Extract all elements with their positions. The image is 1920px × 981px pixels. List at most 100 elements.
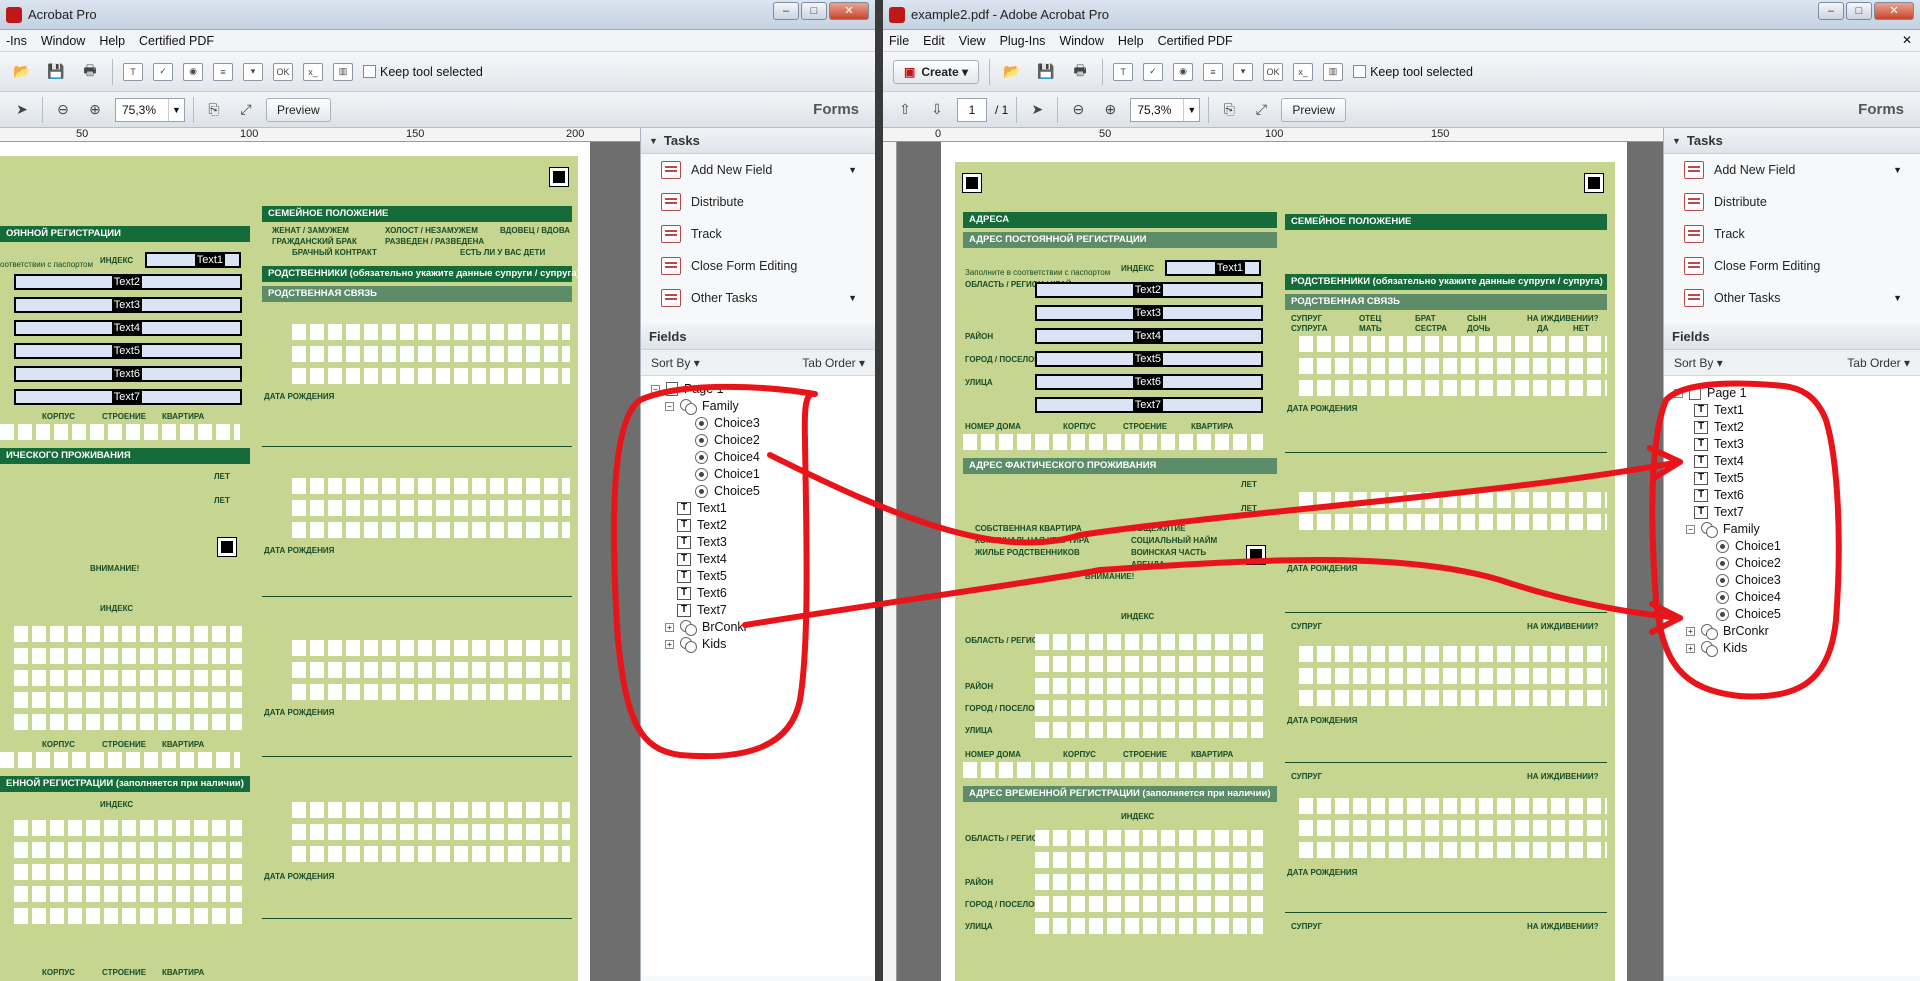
- print-icon[interactable]: 🖶: [78, 61, 102, 83]
- input-cells[interactable]: [14, 714, 242, 730]
- expand-icon[interactable]: +: [1686, 626, 1695, 636]
- zoom-level-field[interactable]: 75,3% ▼: [115, 97, 185, 122]
- close-document-icon[interactable]: ✕: [1902, 33, 1912, 47]
- input-cells[interactable]: [1299, 690, 1607, 706]
- tree-text[interactable]: Text3: [1694, 437, 1744, 451]
- maximize-button[interactable]: □: [1846, 2, 1872, 20]
- tab-order-dropdown[interactable]: Tab Order ▾: [1847, 356, 1910, 370]
- zoom-in-icon[interactable]: ⊕: [1098, 99, 1122, 121]
- menu-help[interactable]: Help: [99, 34, 125, 48]
- input-cells[interactable]: [292, 346, 570, 362]
- text5-field[interactable]: Text5: [1035, 351, 1263, 367]
- tree-choice[interactable]: Choice2: [695, 433, 760, 447]
- collapse-icon[interactable]: −: [651, 384, 660, 394]
- minimize-button[interactable]: –: [1818, 2, 1844, 20]
- input-cells[interactable]: [292, 684, 570, 700]
- input-cells[interactable]: [14, 842, 242, 858]
- add-new-field-task[interactable]: Add New Field ▼: [641, 154, 875, 186]
- chevron-down-icon[interactable]: ▼: [168, 98, 184, 121]
- collapse-icon[interactable]: −: [1674, 388, 1683, 398]
- sort-by-dropdown[interactable]: Sort By ▾: [651, 356, 700, 370]
- input-cells[interactable]: [14, 626, 242, 642]
- text7-field[interactable]: Text7: [1035, 397, 1263, 413]
- open-folder-icon[interactable]: 📂: [10, 61, 34, 83]
- distribute-task[interactable]: Distribute: [641, 186, 875, 218]
- tree-choice[interactable]: Choice5: [695, 484, 760, 498]
- text3-field[interactable]: Text3: [14, 297, 242, 313]
- input-cells[interactable]: [14, 908, 242, 924]
- tree-kids[interactable]: + Kids: [665, 637, 726, 653]
- input-cells[interactable]: [1035, 656, 1263, 672]
- tree-text[interactable]: Text7: [677, 603, 727, 617]
- chevron-down-icon[interactable]: ▼: [1893, 293, 1902, 303]
- input-cells[interactable]: [0, 752, 240, 768]
- input-cells[interactable]: [1299, 492, 1607, 508]
- save-icon[interactable]: 💾: [1034, 61, 1058, 83]
- input-cells[interactable]: [1299, 842, 1607, 858]
- tree-kids[interactable]: + Kids: [1686, 641, 1747, 657]
- tree-text[interactable]: Text5: [1694, 471, 1744, 485]
- zoom-level-field[interactable]: 75,3% ▼: [1130, 97, 1201, 122]
- signature-tool-icon[interactable]: x_: [303, 62, 323, 81]
- text6-field[interactable]: Text6: [14, 366, 242, 382]
- tree-text[interactable]: Text6: [677, 586, 727, 600]
- menu-plugins[interactable]: -Ins: [6, 34, 27, 48]
- tree-text[interactable]: Text1: [1694, 403, 1744, 417]
- chevron-down-icon[interactable]: ▼: [848, 293, 857, 303]
- text2-field[interactable]: Text2: [14, 274, 242, 290]
- input-cells[interactable]: [1299, 798, 1607, 814]
- input-cells[interactable]: [14, 670, 242, 686]
- input-cells[interactable]: [292, 846, 570, 862]
- signature-tool-icon[interactable]: x_: [1293, 62, 1314, 81]
- distribute-task[interactable]: Distribute: [1664, 186, 1920, 218]
- text5-field[interactable]: Text5: [14, 343, 242, 359]
- zoom-in-icon[interactable]: ⊕: [83, 99, 107, 121]
- expand-icon[interactable]: +: [1686, 643, 1695, 653]
- input-cells[interactable]: [1299, 336, 1607, 352]
- tasks-header[interactable]: ▼ Tasks: [1664, 128, 1920, 154]
- tree-page-1[interactable]: − Page 1: [651, 382, 724, 396]
- tree-text[interactable]: Text7: [1694, 505, 1744, 519]
- input-cells[interactable]: [1035, 830, 1263, 846]
- text4-field[interactable]: Text4: [14, 320, 242, 336]
- select-arrow-icon[interactable]: ➤: [10, 99, 34, 121]
- other-tasks[interactable]: Other Tasks ▼: [1664, 282, 1920, 314]
- minimize-button[interactable]: –: [773, 2, 799, 20]
- create-button[interactable]: ▣ Create ▾: [893, 59, 980, 84]
- close-form-editing-task[interactable]: Close Form Editing: [1664, 250, 1920, 282]
- keep-tool-checkbox[interactable]: [1353, 65, 1367, 78]
- barcode-tool-icon[interactable]: ▥: [333, 62, 353, 81]
- input-cells[interactable]: [1035, 874, 1263, 890]
- input-cells[interactable]: [1035, 852, 1263, 868]
- text1-field[interactable]: Text1: [145, 252, 241, 268]
- page-number-input[interactable]: 1: [957, 97, 987, 122]
- menu-window[interactable]: Window: [1059, 34, 1103, 48]
- zoom-out-icon[interactable]: ⊖: [1066, 99, 1090, 121]
- collapse-icon[interactable]: −: [1686, 524, 1695, 534]
- text-field-tool-icon[interactable]: T: [123, 62, 143, 81]
- input-cells[interactable]: [1299, 380, 1607, 396]
- tree-text[interactable]: Text2: [677, 518, 727, 532]
- input-cells[interactable]: [292, 640, 570, 656]
- fit-width-icon[interactable]: ⤢: [234, 99, 258, 121]
- keep-tool-checkbox[interactable]: [363, 65, 376, 78]
- track-task[interactable]: Track: [641, 218, 875, 250]
- listbox-tool-icon[interactable]: ≡: [1203, 62, 1224, 81]
- text3-field[interactable]: Text3: [1035, 305, 1263, 321]
- menu-certified-pdf[interactable]: Certified PDF: [1158, 34, 1233, 48]
- zoom-out-icon[interactable]: ⊖: [51, 99, 75, 121]
- tree-brconkr[interactable]: + BrConkr: [665, 620, 748, 636]
- text-field-tool-icon[interactable]: T: [1113, 62, 1134, 81]
- input-cells[interactable]: [14, 820, 242, 836]
- sort-by-dropdown[interactable]: Sort By ▾: [1674, 356, 1723, 370]
- input-cells[interactable]: [1035, 722, 1263, 738]
- dropdown-tool-icon[interactable]: ▾: [243, 62, 263, 81]
- tasks-header[interactable]: ▼ Tasks: [641, 128, 875, 154]
- track-task[interactable]: Track: [1664, 218, 1920, 250]
- input-cells[interactable]: [1299, 668, 1607, 684]
- listbox-tool-icon[interactable]: ≡: [213, 62, 233, 81]
- text6-field[interactable]: Text6: [1035, 374, 1263, 390]
- input-cells[interactable]: [0, 424, 240, 440]
- button-tool-icon[interactable]: OK: [1263, 62, 1284, 81]
- input-cells[interactable]: [963, 434, 1263, 450]
